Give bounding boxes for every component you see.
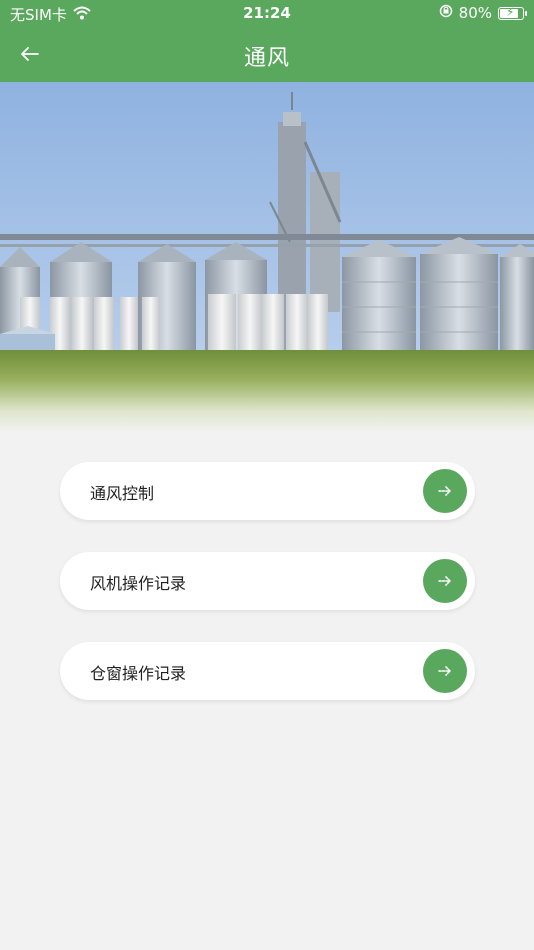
arrow-right-icon[interactable] [423, 649, 467, 693]
battery-percent: 80% [458, 4, 492, 22]
battery-icon: ⚡ [498, 5, 527, 20]
status-bar: 无SIM卡 21:24 80% ⚡ [0, 0, 534, 30]
menu-item-label: 风机操作记录 [90, 574, 187, 593]
menu-item-label: 仓窗操作记录 [90, 664, 187, 683]
page-title: 通风 [243, 46, 290, 71]
nav-bar: 通风 [0, 30, 534, 82]
status-right: 80% ⚡ [439, 4, 527, 22]
menu-list: 通风控制 风机操作记录 仓窗操作记录 [60, 462, 475, 732]
menu-item-ventilation-control[interactable]: 通风控制 [60, 462, 475, 520]
orientation-lock-icon [439, 4, 453, 22]
arrow-right-icon[interactable] [423, 559, 467, 603]
menu-item-fan-operation-log[interactable]: 风机操作记录 [60, 552, 475, 610]
app-screen: 无SIM卡 21:24 80% ⚡ 通风 通风控制 风机操作记录 仓窗操作记录 [0, 0, 534, 950]
arrow-right-icon[interactable] [423, 469, 467, 513]
menu-item-window-operation-log[interactable]: 仓窗操作记录 [60, 642, 475, 700]
menu-item-label: 通风控制 [90, 484, 155, 503]
hero-banner-image [0, 82, 534, 432]
